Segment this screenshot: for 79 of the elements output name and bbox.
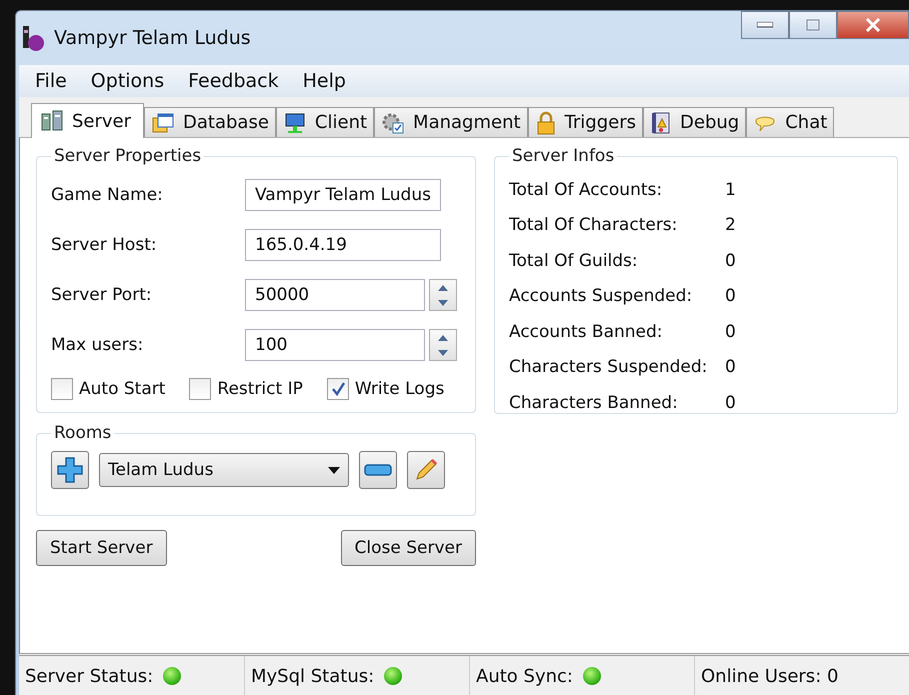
- tab[interactable]: Managment: [374, 107, 528, 137]
- status-label: Online Users: 0: [701, 666, 838, 686]
- tab-label: Chat: [785, 112, 828, 133]
- text-field[interactable]: 165.0.4.19: [245, 229, 441, 261]
- info-value: 2: [725, 215, 736, 236]
- add-button[interactable]: [51, 451, 89, 489]
- minus-icon: [364, 464, 392, 476]
- field-label: Game Name:: [51, 185, 164, 205]
- menu-item[interactable]: Help: [290, 70, 358, 92]
- number-field[interactable]: 50000: [245, 279, 425, 311]
- tab[interactable]: Client: [276, 107, 374, 137]
- checkbox-label: Auto Start: [79, 379, 166, 399]
- info-label: Total Of Guilds:: [509, 250, 639, 271]
- spin-buttons[interactable]: [429, 279, 457, 311]
- window-icon: [151, 112, 176, 134]
- info-label: Total Of Characters:: [509, 215, 678, 236]
- tab-label: Server: [72, 110, 132, 132]
- info-label: Accounts Suspended:: [509, 286, 694, 306]
- field-label: Max users:: [51, 335, 144, 355]
- tab-label: Database: [183, 112, 269, 133]
- info-value: 0: [725, 357, 736, 378]
- status-label: Auto Sync:: [476, 666, 573, 686]
- menu-item[interactable]: File: [23, 70, 79, 92]
- checkbox-label: Restrict IP: [217, 379, 303, 399]
- spin-buttons[interactable]: [429, 329, 457, 361]
- checkbox[interactable]: [189, 378, 212, 400]
- checkbox[interactable]: [51, 378, 73, 400]
- plus-icon: [56, 456, 84, 484]
- tab-label: Debug: [680, 112, 740, 133]
- room-dropdown[interactable]: Telam Ludus: [99, 453, 349, 487]
- tab-label: Client: [314, 112, 368, 133]
- info-label: Accounts Banned:: [509, 322, 664, 342]
- app-logo-icon: [20, 24, 46, 52]
- padlock-icon: [534, 110, 557, 134]
- server-button[interactable]: Start Server: [36, 530, 167, 566]
- checkbox-label: Write Logs: [354, 379, 444, 399]
- group-title: Server Infos: [511, 146, 616, 166]
- info-label: Total Of Accounts:: [509, 180, 664, 200]
- server-rack-icon: [40, 110, 64, 132]
- info-label: Characters Suspended:: [509, 357, 708, 378]
- tab[interactable]: Database: [144, 107, 276, 137]
- menu-item[interactable]: Feedback: [176, 70, 291, 92]
- info-value: 1: [725, 180, 736, 200]
- checkbox[interactable]: [326, 378, 349, 400]
- info-value: 0: [725, 322, 736, 342]
- tab[interactable]: Chat: [746, 107, 834, 137]
- info-value: 0: [725, 250, 736, 271]
- group-title: Rooms: [53, 423, 112, 443]
- remove-button[interactable]: [359, 451, 397, 489]
- minimize-icon: [757, 22, 773, 28]
- minimize-button[interactable]: [741, 11, 789, 39]
- field-label: Server Port:: [51, 285, 153, 305]
- notebook-warning-icon: [650, 110, 672, 134]
- caret-icon: [328, 466, 340, 474]
- close-button[interactable]: [837, 11, 909, 39]
- network-computer-icon: [282, 112, 307, 134]
- server-button[interactable]: Close Server: [340, 530, 476, 566]
- maximize-button[interactable]: [789, 11, 837, 39]
- gear-icon: [381, 112, 406, 134]
- info-value: 0: [725, 286, 736, 306]
- window-title: Vampyr Telam Ludus: [54, 27, 251, 49]
- close-icon: [865, 18, 881, 32]
- tab[interactable]: Triggers: [528, 107, 644, 137]
- tab[interactable]: Debug: [643, 107, 746, 137]
- maximize-icon: [806, 19, 820, 31]
- status-label: MySql Status:: [251, 666, 374, 686]
- text-field[interactable]: Vampyr Telam Ludus: [245, 179, 441, 211]
- status-label: Server Status:: [25, 666, 154, 686]
- info-value: 0: [725, 392, 736, 413]
- info-label: Characters Banned:: [509, 392, 679, 413]
- group-title: Server Properties: [53, 146, 202, 166]
- tab-label: Triggers: [564, 112, 636, 133]
- number-field[interactable]: 100: [245, 329, 425, 361]
- edit-button[interactable]: [407, 451, 445, 489]
- field-label: Server Host:: [51, 235, 158, 255]
- tab[interactable]: Server: [31, 103, 144, 138]
- pencil-icon: [413, 457, 439, 483]
- tab-label: Managment: [413, 112, 521, 133]
- menu-item[interactable]: Options: [78, 70, 176, 92]
